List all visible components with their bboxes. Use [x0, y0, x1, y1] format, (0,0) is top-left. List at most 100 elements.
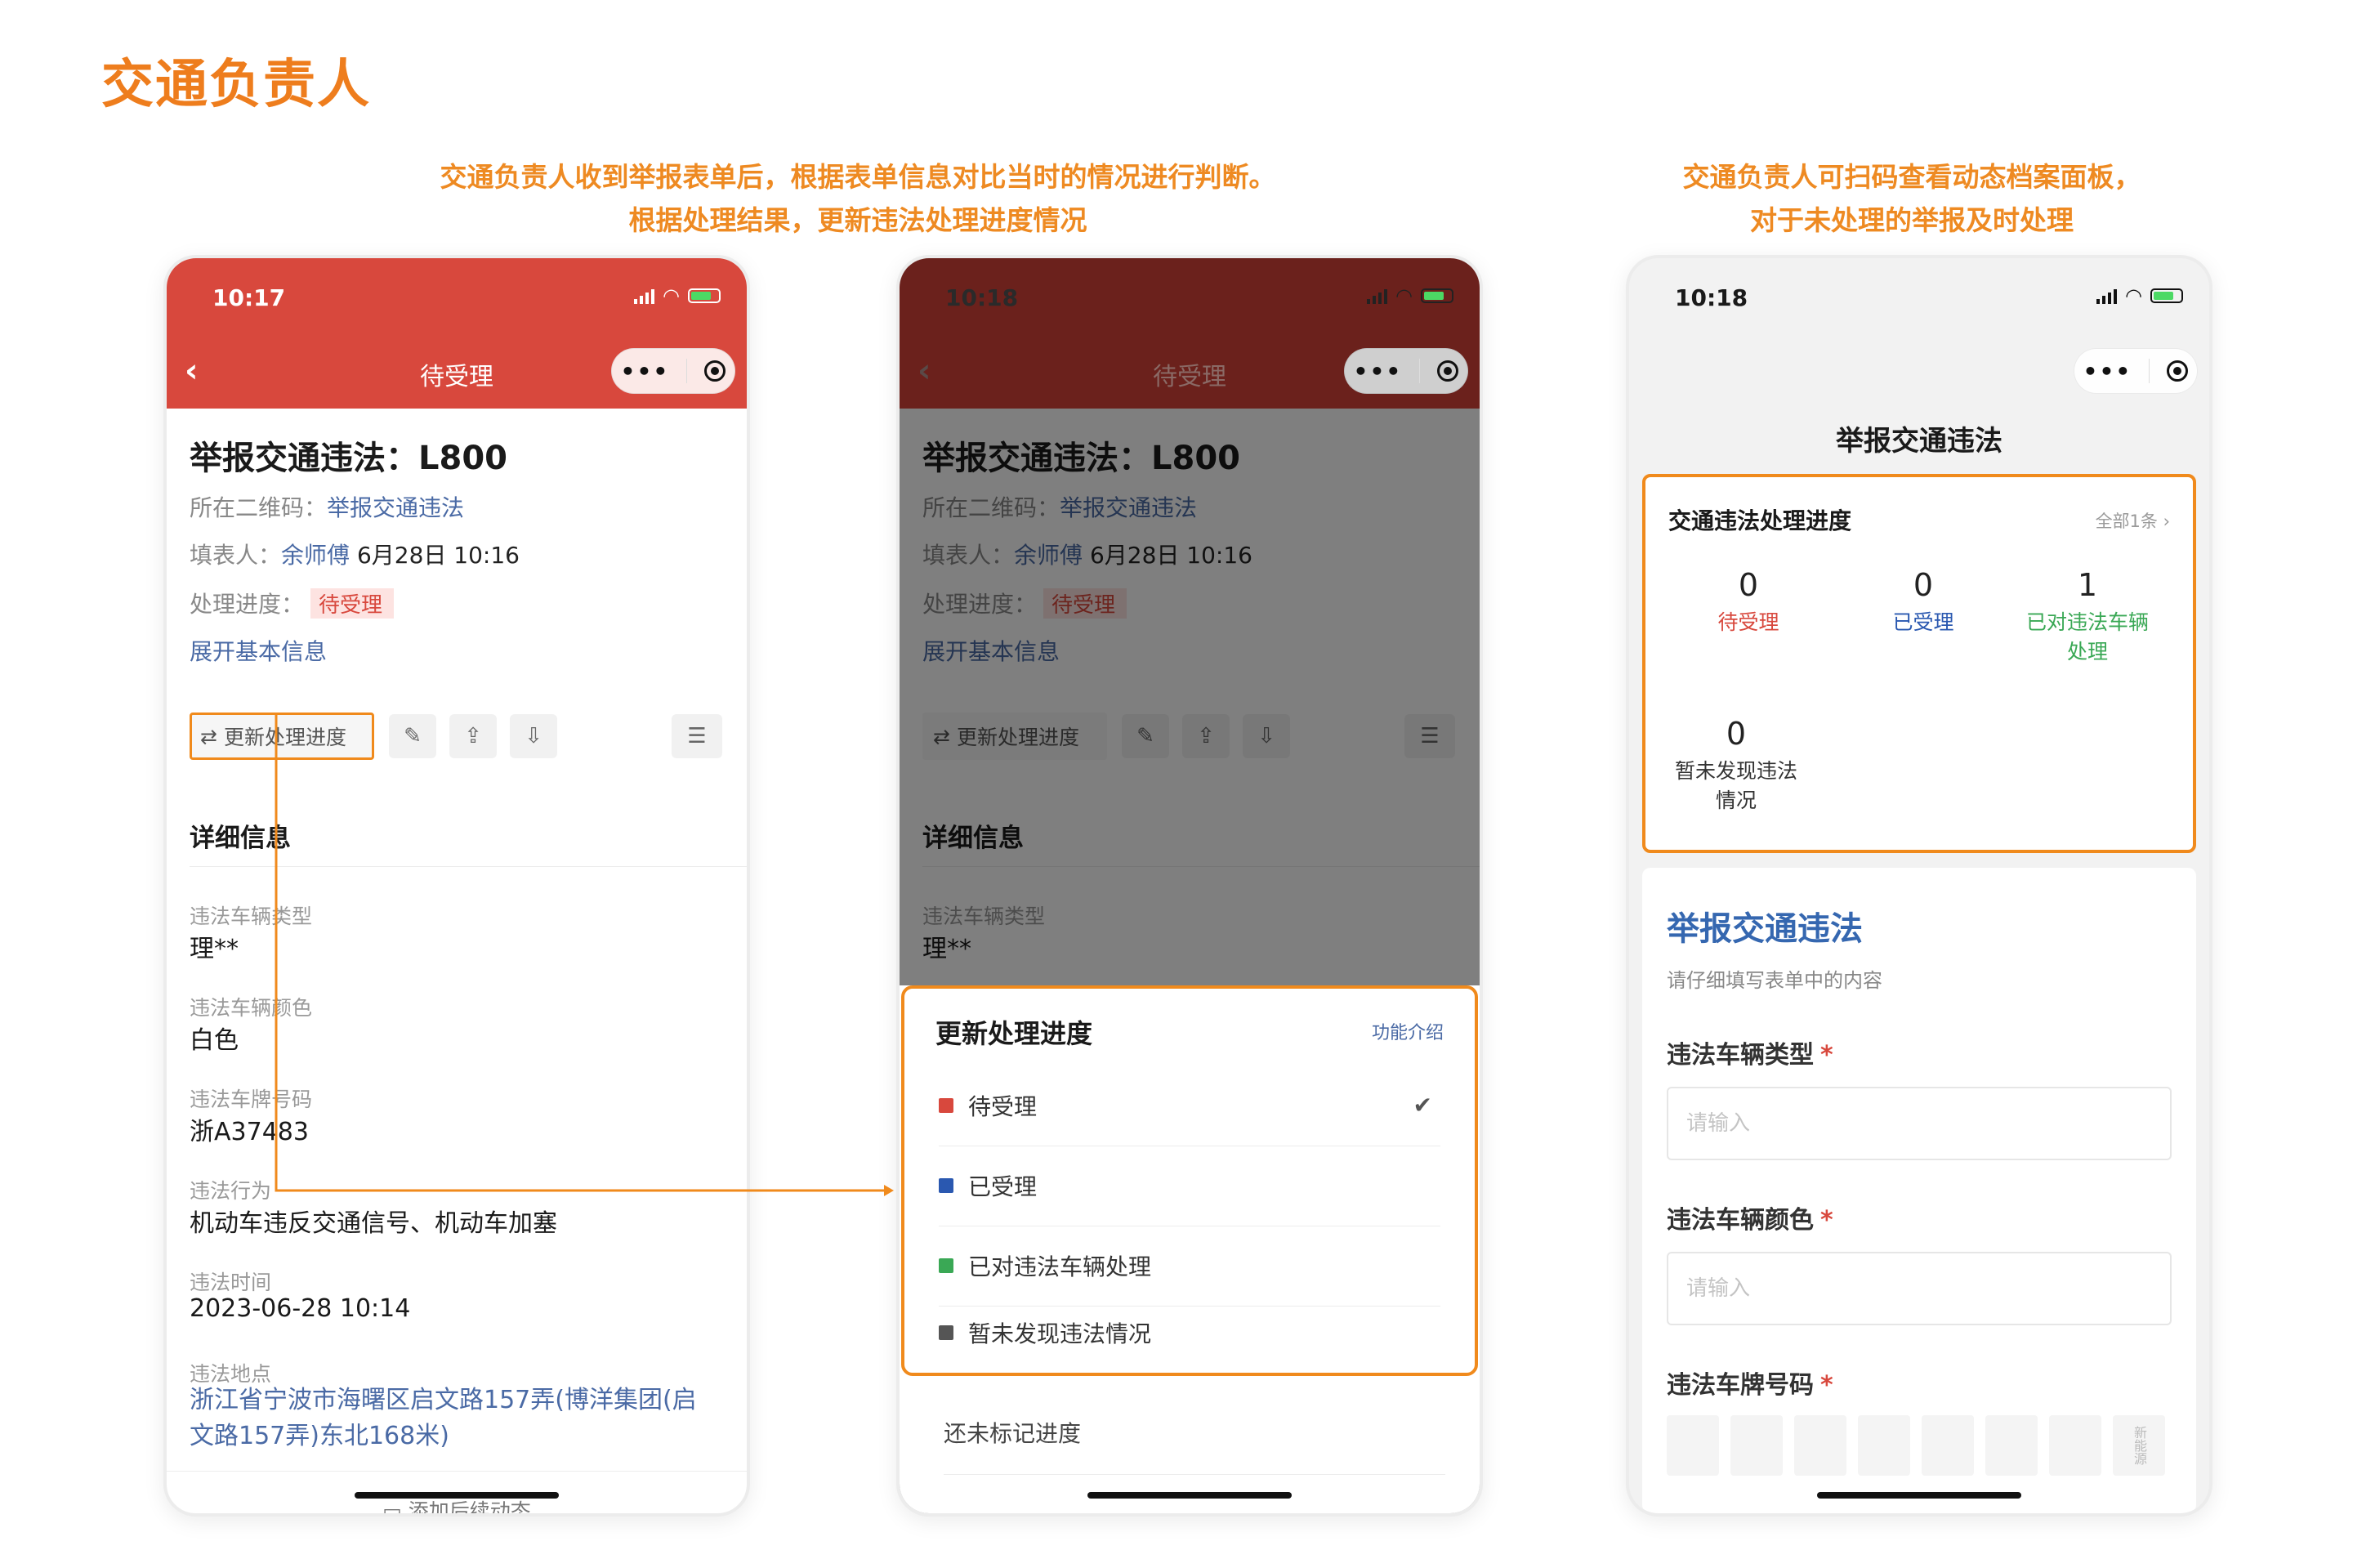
plate-new-energy-input[interactable]: 新能源	[2113, 1415, 2165, 1476]
plate-char-input[interactable]	[1794, 1415, 1846, 1476]
qr-label: 所在二维码：	[190, 494, 328, 521]
option-label: 暂未发现违法情况	[968, 1320, 1152, 1347]
system-icons: ◠	[1367, 286, 1453, 306]
battery-icon	[2150, 288, 2183, 303]
download-icon[interactable]: ⇩	[510, 714, 557, 758]
plate-char-input[interactable]	[1730, 1415, 1783, 1476]
caption-right-line1: 交通负责人可扫码查看动态档案面板，	[1682, 161, 2141, 193]
field-label: 违法车辆类型	[190, 905, 313, 928]
more-icon[interactable]: •••	[621, 358, 670, 385]
option-none-found[interactable]: 暂未发现违法情况	[939, 1293, 1440, 1373]
feature-intro-link[interactable]: 功能介绍	[1372, 1018, 1444, 1044]
share-icon[interactable]: ⇪	[449, 714, 497, 758]
stat-count: 0	[1738, 567, 1759, 603]
system-icons: ◠	[634, 284, 721, 307]
caption-left-line1: 交通负责人收到举报表单后，根据表单信息对比当时的情况进行判断。	[440, 161, 1276, 193]
expand-basic-info-link[interactable]: 展开基本信息	[190, 634, 327, 667]
field-value: 理**	[190, 935, 239, 963]
battery-icon	[1421, 288, 1453, 303]
plate-number-label: 违法车牌号码 *	[1667, 1365, 1833, 1400]
menu-icon[interactable]: ☰	[672, 714, 722, 758]
status-color-swatch	[939, 1098, 953, 1113]
stat-accepted[interactable]: 0 已受理	[1842, 567, 2005, 637]
add-followup-label: 添加后续动态	[408, 1499, 531, 1517]
form-subtitle: 请仔细填写表单中的内容	[1667, 969, 1882, 992]
field-label: 违法时间	[190, 1271, 272, 1294]
qr-link[interactable]: 举报交通违法	[327, 494, 464, 521]
edit-icon[interactable]: ✎	[389, 714, 436, 758]
stat-label: 待受理	[1717, 610, 1779, 634]
phone-dashboard: 10:18 ◠ ••• 举报交通违法 交通违法处理进度 全部1条 › 0 待受理…	[1626, 255, 2212, 1517]
status-color-swatch	[939, 1178, 953, 1193]
mini-program-capsule: •••	[2074, 348, 2198, 394]
location-link[interactable]: 浙江省宁波市海曙区启文路157弄(博洋集团(启文路157弄)东北168米)	[190, 1383, 721, 1454]
option-label: 待受理	[968, 1093, 1038, 1120]
section-title: 详细信息	[190, 824, 291, 853]
option-accepted[interactable]: 已受理	[939, 1146, 1440, 1226]
option-unmarked[interactable]: 还未标记进度	[944, 1394, 1445, 1475]
vehicle-color-input[interactable]: 请输入	[1667, 1252, 2172, 1325]
view-all-link[interactable]: 全部1条 ›	[2096, 508, 2170, 533]
field-value: 白色	[190, 1026, 239, 1055]
question-text: 违法车牌号码	[1667, 1371, 1814, 1400]
required-mark: *	[1820, 1041, 1833, 1070]
close-miniprogram-icon[interactable]	[704, 360, 726, 382]
nav-header: 10:17 ◠ ‹ 待受理 •••	[167, 258, 747, 409]
filler-time: 6月28日 10:16	[356, 542, 520, 569]
question-text: 违法车辆颜色	[1667, 1206, 1814, 1235]
status-time: 10:18	[945, 284, 1019, 311]
stat-label: 已对违法车辆处理	[2025, 610, 2149, 663]
mini-program-capsule: •••	[611, 348, 735, 394]
navbar: ‹ 待受理 •••	[900, 337, 1480, 409]
close-miniprogram-icon[interactable]	[2167, 360, 2189, 382]
home-indicator	[1817, 1492, 2021, 1499]
caption-left: 交通负责人收到举报表单后，根据表单信息对比当时的情况进行判断。 根据处理结果，更…	[359, 155, 1356, 242]
question-text: 违法车辆类型	[1667, 1041, 1814, 1070]
phone-update-sheet: 10:18 ◠ ‹ 待受理 ••• 举报交通违法：L800 所在二维码：举报交通…	[896, 255, 1483, 1517]
plate-char-input[interactable]	[1985, 1415, 2038, 1476]
status-time: 10:17	[212, 284, 286, 311]
status-color-swatch	[939, 1325, 953, 1340]
vehicle-type-label: 违法车辆类型 *	[1667, 1034, 1833, 1070]
update-progress-button[interactable]: ⇄ 更新处理进度	[190, 713, 374, 760]
card-title: 交通违法处理进度	[1668, 507, 1852, 534]
sheet-title: 更新处理进度	[935, 1018, 1093, 1049]
required-mark: *	[1820, 1371, 1833, 1400]
required-mark: *	[1820, 1206, 1833, 1235]
more-icon[interactable]: •••	[2083, 358, 2132, 385]
wifi-icon: ◠	[663, 284, 680, 307]
plate-char-input[interactable]	[1858, 1415, 1910, 1476]
plate-char-input[interactable]	[1667, 1415, 1719, 1476]
plate-char-input[interactable]	[2049, 1415, 2101, 1476]
close-miniprogram-icon[interactable]	[1437, 360, 1459, 382]
report-form: 举报交通违法 请仔细填写表单中的内容 违法车辆类型 * 请输入 违法车辆颜色 * 请…	[1642, 868, 2196, 1513]
stat-handled[interactable]: 1 已对违法车辆处理	[2018, 567, 2157, 667]
plate-char-input[interactable]	[1922, 1415, 1974, 1476]
field-value: 机动车违反交通信号、机动车加塞	[190, 1209, 557, 1238]
stat-none-found[interactable]: 0 暂未发现违法情况	[1667, 716, 1806, 815]
signal-icon	[634, 288, 655, 304]
progress-line: 处理进度：待受理	[190, 587, 395, 619]
stat-count: 0	[1726, 716, 1747, 752]
vehicle-type-input[interactable]: 请输入	[1667, 1087, 2172, 1160]
filler-name[interactable]: 余师傅	[281, 542, 350, 569]
system-icons: ◠	[2096, 286, 2183, 306]
status-color-swatch	[939, 1258, 953, 1273]
swap-icon: ⇄	[200, 724, 217, 748]
more-icon[interactable]: •••	[1354, 358, 1403, 385]
home-indicator	[355, 1492, 559, 1499]
stat-label: 已受理	[1892, 610, 1954, 634]
option-pending[interactable]: 待受理 ✔	[939, 1065, 1440, 1146]
field-label: 违法车牌号码	[190, 1088, 313, 1111]
check-icon: ✔	[1413, 1092, 1432, 1119]
navbar: ‹ 待受理 •••	[167, 337, 747, 409]
progress-label: 处理进度：	[190, 591, 305, 618]
filler-line: 填表人：余师傅 6月28日 10:16	[190, 538, 520, 570]
stat-count: 1	[2077, 567, 2098, 603]
status-badge: 待受理	[310, 588, 395, 619]
caption-right-line2: 对于未处理的举报及时处理	[1750, 204, 2074, 236]
stat-pending[interactable]: 0 待受理	[1667, 567, 1830, 637]
sheet-options-box: 更新处理进度 功能介绍 待受理 ✔ 已受理 已对违法车辆处理 暂未发现违法情况	[901, 985, 1478, 1376]
home-indicator	[1087, 1492, 1292, 1499]
vehicle-color-label: 违法车辆颜色 *	[1667, 1199, 1833, 1235]
